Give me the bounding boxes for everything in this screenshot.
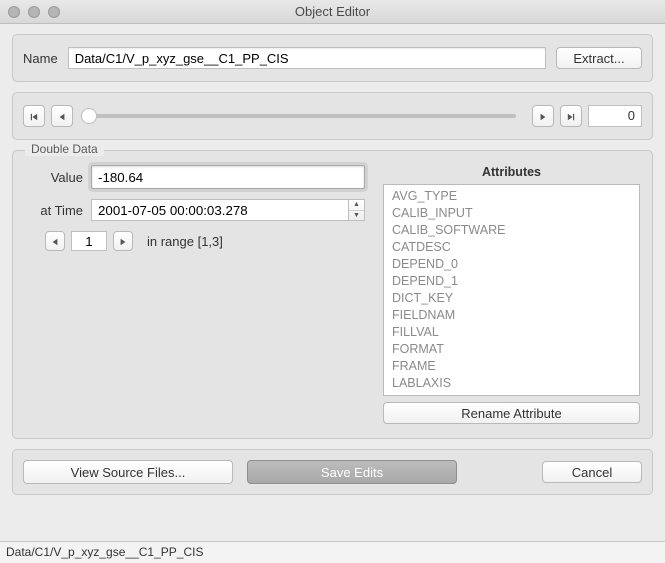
name-input[interactable] [68,47,546,69]
attribute-item[interactable]: FIELDNAM [384,307,639,324]
name-section: Name Extract... [12,34,653,82]
chevron-up-icon: ▲ [349,200,364,211]
triangle-left-icon [58,113,66,121]
value-panel: Value at Time ▲ ▼ [25,165,365,424]
attribute-item[interactable]: FORMAT [384,341,639,358]
skip-start-button[interactable] [23,105,45,127]
attributes-header: Attributes [383,165,640,179]
value-input[interactable] [91,165,365,189]
time-input[interactable] [91,199,349,221]
range-prev-button[interactable] [45,231,65,251]
attribute-item[interactable]: LABLAXIS [384,375,639,392]
triangle-left-icon [51,238,59,246]
range-index-input[interactable] [71,231,107,251]
bottom-bar: View Source Files... Save Edits Cancel [12,449,653,495]
extract-button[interactable]: Extract... [556,47,642,69]
triangle-right-icon [119,238,127,246]
attribute-item[interactable]: DICT_KEY [384,290,639,307]
save-edits-button[interactable]: Save Edits [247,460,457,484]
value-label: Value [25,170,83,185]
attribute-item[interactable]: DEPEND_1 [384,273,639,290]
attribute-item[interactable]: CATDESC [384,239,639,256]
attribute-item[interactable]: DEPEND_0 [384,256,639,273]
range-next-button[interactable] [113,231,133,251]
skip-end-icon [567,113,575,121]
attribute-item[interactable]: FRAME [384,358,639,375]
cancel-button[interactable]: Cancel [542,461,642,483]
window-title: Object Editor [0,4,665,19]
playback-section: 0 [12,92,653,140]
double-data-legend: Double Data [25,142,104,156]
titlebar: Object Editor [0,0,665,24]
time-stepper[interactable]: ▲ ▼ [349,199,365,221]
name-label: Name [23,51,58,66]
rename-attribute-button[interactable]: Rename Attribute [383,402,640,424]
attributes-list[interactable]: AVG_TYPECALIB_INPUTCALIB_SOFTWARECATDESC… [383,184,640,396]
playback-slider[interactable] [89,114,516,118]
attribute-item[interactable]: CALIB_SOFTWARE [384,222,639,239]
double-data-fieldset: Double Data Value at Time ▲ ▼ [12,150,653,439]
attribute-item[interactable]: FILLVAL [384,324,639,341]
playback-counter[interactable]: 0 [588,105,642,127]
view-source-files-button[interactable]: View Source Files... [23,460,233,484]
status-bar: Data/C1/V_p_xyz_gse__C1_PP_CIS [0,541,665,563]
slider-thumb[interactable] [81,108,97,124]
skip-start-icon [30,113,38,121]
step-back-button[interactable] [51,105,73,127]
chevron-down-icon: ▼ [349,211,364,221]
attribute-item[interactable]: CALIB_INPUT [384,205,639,222]
skip-end-button[interactable] [560,105,582,127]
triangle-right-icon [539,113,547,121]
time-label: at Time [25,203,83,218]
step-forward-button[interactable] [532,105,554,127]
attribute-item[interactable]: AVG_TYPE [384,188,639,205]
attributes-panel: Attributes AVG_TYPECALIB_INPUTCALIB_SOFT… [383,165,640,424]
range-text: in range [1,3] [147,234,223,249]
